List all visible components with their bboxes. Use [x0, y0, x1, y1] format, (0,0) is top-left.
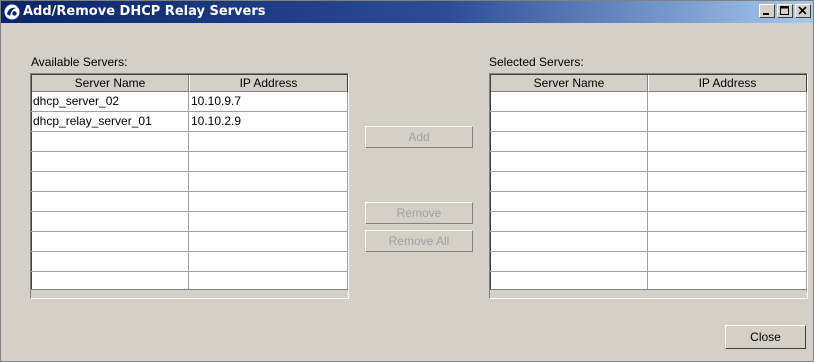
remove-all-button[interactable]: Remove All	[365, 230, 473, 252]
table-row[interactable]	[31, 172, 348, 192]
table-row[interactable]	[490, 252, 807, 272]
window-title: Add/Remove DHCP Relay Servers	[23, 4, 266, 19]
table-row[interactable]	[31, 152, 348, 172]
table-row[interactable]	[31, 192, 348, 212]
server-name-cell	[31, 172, 189, 191]
server-name-cell	[490, 212, 648, 231]
ip-address-cell	[189, 172, 348, 191]
minimize-icon[interactable]	[759, 4, 775, 18]
app-logo-icon	[4, 4, 20, 20]
ip-address-cell	[648, 172, 807, 191]
table-row[interactable]	[490, 232, 807, 252]
ip-address-cell	[648, 252, 807, 271]
ip-address-cell	[189, 152, 348, 171]
ip-address-cell	[189, 212, 348, 231]
ip-address-cell	[648, 232, 807, 251]
column-header-ip-address[interactable]: IP Address	[189, 74, 348, 92]
table-row[interactable]: dhcp_server_02 10.10.9.7	[31, 92, 348, 112]
server-name-cell: dhcp_relay_server_01	[31, 112, 189, 131]
table-row[interactable]	[31, 212, 348, 232]
close-button[interactable]: Close	[725, 325, 806, 349]
table-row[interactable]	[490, 152, 807, 172]
ip-address-cell	[648, 92, 807, 111]
server-name-cell: dhcp_server_02	[31, 92, 189, 111]
server-name-cell	[31, 232, 189, 251]
available-table-scrollbar[interactable]	[31, 289, 348, 298]
ip-address-cell	[648, 152, 807, 171]
available-servers-table[interactable]: Server Name IP Address dhcp_server_02 10.…	[30, 73, 349, 299]
table-row[interactable]	[31, 232, 348, 252]
column-header-ip-address[interactable]: IP Address	[648, 74, 807, 92]
ip-address-cell	[648, 132, 807, 151]
column-header-server-name[interactable]: Server Name	[490, 74, 648, 92]
server-name-cell	[490, 252, 648, 271]
table-row[interactable]	[490, 132, 807, 152]
available-servers-label: Available Servers:	[31, 55, 128, 69]
server-name-cell	[31, 152, 189, 171]
server-name-cell	[31, 212, 189, 231]
server-name-cell	[490, 192, 648, 211]
selected-servers-table[interactable]: Server Name IP Address	[489, 73, 808, 299]
table-row[interactable]	[490, 192, 807, 212]
ip-address-cell	[189, 232, 348, 251]
server-name-cell	[490, 172, 648, 191]
table-row[interactable]	[490, 172, 807, 192]
ip-address-cell: 10.10.2.9	[189, 112, 348, 131]
column-header-server-name[interactable]: Server Name	[31, 74, 189, 92]
maximize-icon[interactable]	[777, 4, 793, 18]
selected-table-body	[490, 92, 807, 292]
ip-address-cell	[648, 192, 807, 211]
server-name-cell	[490, 232, 648, 251]
server-name-cell	[490, 92, 648, 111]
table-row[interactable]	[490, 212, 807, 232]
server-name-cell	[31, 252, 189, 271]
table-row[interactable]	[490, 92, 807, 112]
selected-table-header: Server Name IP Address	[490, 74, 807, 92]
dhcp-relay-dialog: Add/Remove DHCP Relay Servers Available …	[0, 0, 814, 362]
ip-address-cell	[189, 252, 348, 271]
ip-address-cell	[648, 112, 807, 131]
ip-address-cell: 10.10.9.7	[189, 92, 348, 111]
window-controls	[757, 4, 811, 18]
remove-button[interactable]: Remove	[365, 202, 473, 224]
server-name-cell	[490, 112, 648, 131]
table-row[interactable]	[31, 252, 348, 272]
server-name-cell	[31, 132, 189, 151]
ip-address-cell	[189, 132, 348, 151]
selected-table-scrollbar[interactable]	[490, 289, 807, 298]
selected-servers-label: Selected Servers:	[489, 55, 584, 69]
add-button[interactable]: Add	[365, 126, 473, 148]
server-name-cell	[490, 132, 648, 151]
ip-address-cell	[648, 212, 807, 231]
table-row[interactable]: dhcp_relay_server_01 10.10.2.9	[31, 112, 348, 132]
ip-address-cell	[189, 192, 348, 211]
table-row[interactable]	[31, 132, 348, 152]
title-bar[interactable]: Add/Remove DHCP Relay Servers	[1, 1, 813, 23]
available-table-body: dhcp_server_02 10.10.9.7 dhcp_relay_server…	[31, 92, 348, 292]
available-table-header: Server Name IP Address	[31, 74, 348, 92]
table-row[interactable]	[490, 112, 807, 132]
server-name-cell	[490, 152, 648, 171]
close-icon[interactable]	[795, 4, 811, 18]
server-name-cell	[31, 192, 189, 211]
